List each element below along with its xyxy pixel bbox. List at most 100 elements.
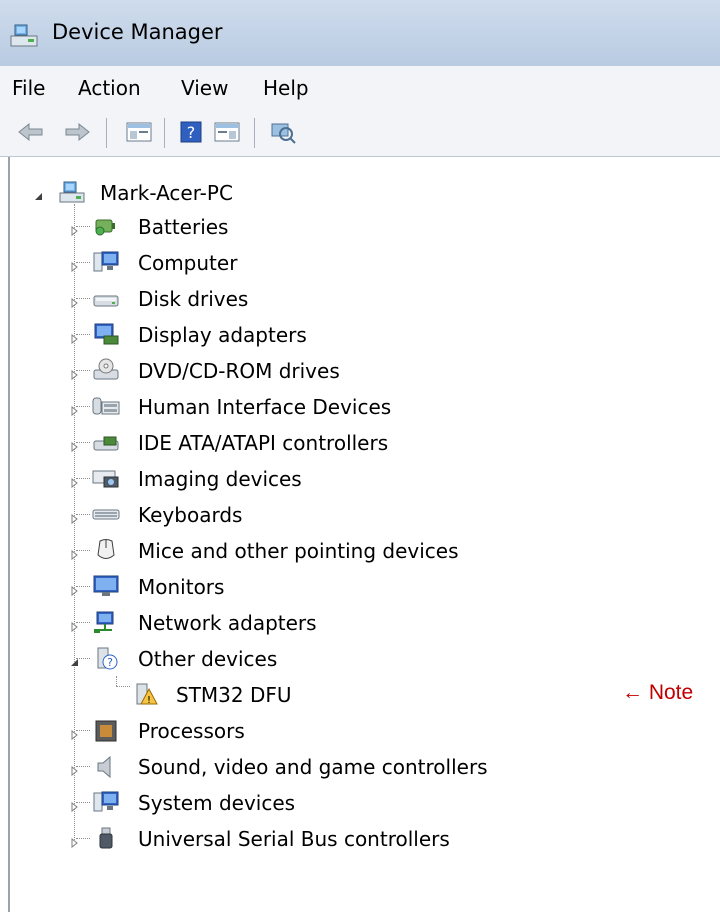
collapsed-arrow-icon[interactable] <box>70 221 80 237</box>
tree-item-speaker[interactable]: Sound, video and game controllers <box>70 751 530 781</box>
tree-item-dvd-drive[interactable]: DVD/CD-ROM drives <box>70 355 530 385</box>
collapsed-arrow-icon[interactable] <box>70 761 80 777</box>
tree-item-label: IDE ATA/ATAPI controllers <box>138 431 389 455</box>
monitor-icon <box>90 573 122 599</box>
tree-item-label: DVD/CD-ROM drives <box>138 359 340 383</box>
collapsed-arrow-icon[interactable] <box>70 797 80 813</box>
annotation-note: ← Note <box>622 681 694 704</box>
imaging-device-icon <box>90 465 122 491</box>
help-icon[interactable]: ? <box>178 120 204 144</box>
speaker-icon <box>90 753 122 779</box>
collapsed-arrow-icon[interactable] <box>70 365 80 381</box>
tree-item-system-device[interactable]: System devices <box>70 787 530 817</box>
unknown-device-icon: ? <box>90 645 122 671</box>
battery-icon <box>90 213 122 239</box>
scan-hardware-icon[interactable] <box>268 120 298 144</box>
tree-item-label: Mice and other pointing devices <box>138 539 459 563</box>
tree-item-stm32-dfu[interactable]: ! STM32 DFU <box>130 679 430 709</box>
computer-icon <box>90 249 122 275</box>
expanded-arrow-icon[interactable] <box>34 187 44 200</box>
tree-connector <box>116 686 130 687</box>
menu-file[interactable]: File <box>12 76 45 100</box>
tree-item-label: Monitors <box>138 575 225 599</box>
mouse-icon <box>90 537 122 563</box>
tree-item-label: System devices <box>138 791 296 815</box>
toolbar-separator <box>106 118 107 148</box>
collapsed-arrow-icon[interactable] <box>70 329 80 345</box>
collapsed-arrow-icon[interactable] <box>70 293 80 309</box>
title-bar: Device Manager <box>0 0 720 67</box>
ide-controller-icon <box>90 429 122 455</box>
collapsed-arrow-icon[interactable] <box>70 545 80 561</box>
tree-item-label: Display adapters <box>138 323 307 347</box>
tree-item-label: Sound, video and game controllers <box>138 755 488 779</box>
pane-border <box>8 157 10 912</box>
tree-item-processor[interactable]: Processors <box>70 715 530 745</box>
tree-item-label: Keyboards <box>138 503 243 527</box>
tree-item-label: Processors <box>138 719 245 743</box>
menu-help[interactable]: Help <box>263 76 309 100</box>
tree-item-imaging-device[interactable]: Imaging devices <box>70 463 530 493</box>
tree-item-label: Computer <box>138 251 238 275</box>
toolbar-separator <box>254 118 255 148</box>
tree-item-label: Other devices <box>138 647 278 671</box>
network-adapter-icon <box>90 609 122 635</box>
toolbar-separator <box>164 118 165 148</box>
processor-icon <box>90 717 122 743</box>
menu-action[interactable]: Action <box>78 76 141 100</box>
tree-item-usb[interactable]: Universal Serial Bus controllers <box>70 823 530 853</box>
dvd-drive-icon <box>90 357 122 383</box>
tree-item-label: Network adapters <box>138 611 317 635</box>
tree-item-display-adapter[interactable]: Display adapters <box>70 319 530 349</box>
collapsed-arrow-icon[interactable] <box>70 833 80 849</box>
computer-tree-icon <box>56 179 88 205</box>
tree-item-label: Batteries <box>138 215 229 239</box>
menu-bar: File Action View Help <box>0 66 720 109</box>
collapsed-arrow-icon[interactable] <box>70 257 80 273</box>
tree-item-disk-drive[interactable]: Disk drives <box>70 283 530 313</box>
tree-item-battery[interactable]: Batteries <box>70 211 530 241</box>
keyboard-icon <box>90 501 122 527</box>
display-adapter-icon <box>90 321 122 347</box>
window-title: Device Manager <box>52 20 223 44</box>
tree-item-hid[interactable]: Human Interface Devices <box>70 391 530 421</box>
tree-item-mouse[interactable]: Mice and other pointing devices <box>70 535 530 565</box>
tree-item-label: Disk drives <box>138 287 249 311</box>
tree-item-network-adapter[interactable]: Network adapters <box>70 607 530 637</box>
forward-arrow-icon[interactable] <box>62 120 92 144</box>
tree-root-computer[interactable]: Mark-Acer-PC <box>30 177 330 207</box>
collapsed-arrow-icon[interactable] <box>70 509 80 525</box>
collapsed-arrow-icon[interactable] <box>70 725 80 741</box>
tree-root-label: Mark-Acer-PC <box>100 181 233 205</box>
collapsed-arrow-icon[interactable] <box>70 617 80 633</box>
collapsed-arrow-icon[interactable] <box>70 437 80 453</box>
action-pane-icon[interactable] <box>212 120 242 144</box>
svg-text:?: ? <box>187 123 196 142</box>
tree-item-keyboard[interactable]: Keyboards <box>70 499 530 529</box>
menu-view[interactable]: View <box>181 76 228 100</box>
collapsed-arrow-icon[interactable] <box>70 581 80 597</box>
system-device-icon <box>90 789 122 815</box>
disk-drive-icon <box>90 285 122 311</box>
tree-item-unknown-device[interactable]: ? Other devices <box>70 643 530 673</box>
tree-item-monitor[interactable]: Monitors <box>70 571 530 601</box>
tree-item-label: Universal Serial Bus controllers <box>138 827 450 851</box>
tree-item-label: Human Interface Devices <box>138 395 392 419</box>
device-manager-icon <box>8 20 42 50</box>
device-manager-window: Device Manager File Action View Help ? M… <box>0 0 720 912</box>
collapsed-arrow-icon[interactable] <box>70 473 80 489</box>
console-tree-icon[interactable] <box>124 120 154 144</box>
warning-device-icon: ! <box>130 681 162 707</box>
collapsed-arrow-icon[interactable] <box>70 401 80 417</box>
usb-icon <box>90 825 122 851</box>
back-arrow-icon[interactable] <box>16 120 46 144</box>
tree-item-ide-controller[interactable]: IDE ATA/ATAPI controllers <box>70 427 530 457</box>
tree-item-label: Imaging devices <box>138 467 302 491</box>
tree-item-computer[interactable]: Computer <box>70 247 530 277</box>
expanded-arrow-icon[interactable] <box>70 653 80 666</box>
svg-text:!: ! <box>147 695 151 706</box>
svg-text:?: ? <box>107 656 113 669</box>
hid-icon <box>90 393 122 419</box>
tree-item-label: STM32 DFU <box>176 683 292 707</box>
toolbar: ? <box>0 108 720 157</box>
